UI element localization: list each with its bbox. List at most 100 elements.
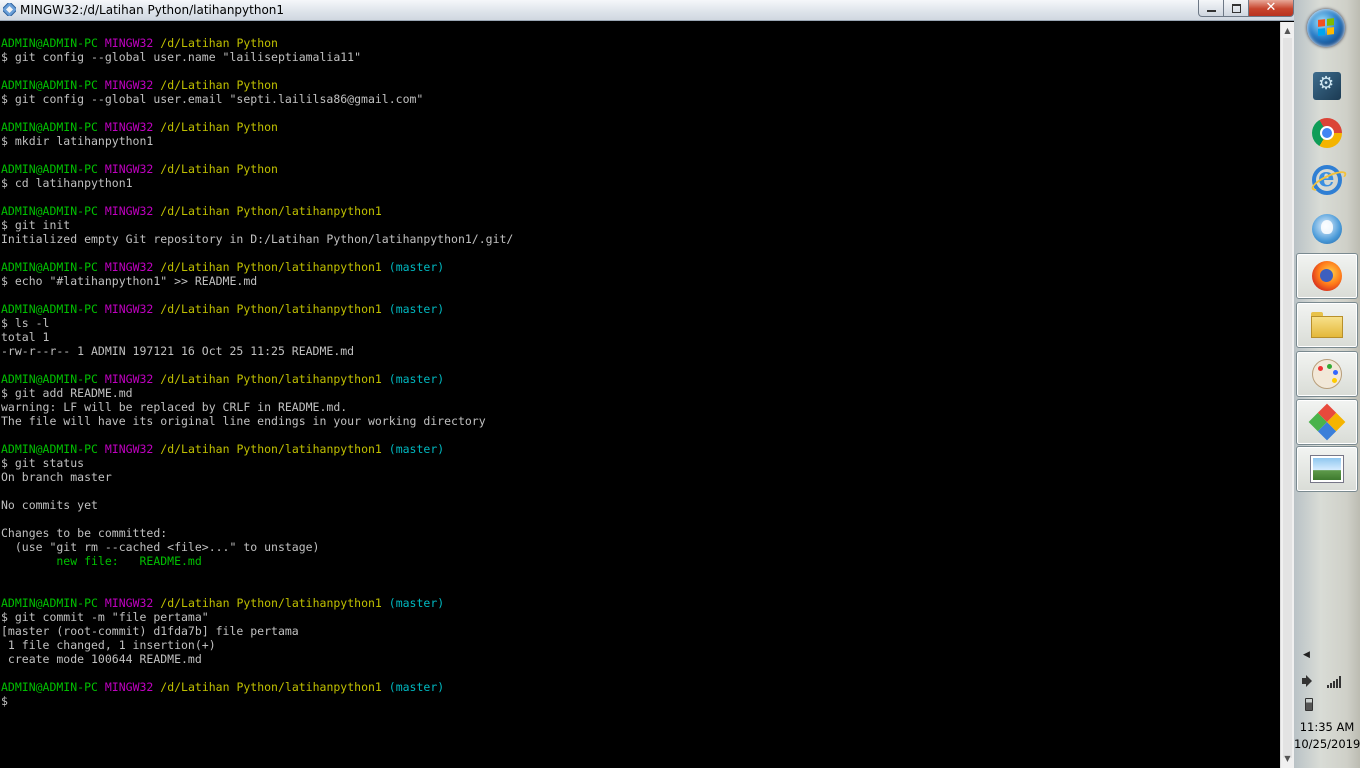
prompt-host: MINGW32 xyxy=(104,596,154,610)
output-line: 1 file changed, 1 insertion(+) xyxy=(1,638,216,652)
output-line: $ ls -l xyxy=(1,316,50,330)
close-icon: ✕ xyxy=(1265,0,1277,15)
vertical-scrollbar[interactable]: ▲ ▼ xyxy=(1280,22,1294,768)
prompt-user: ADMIN@ADMIN-PC xyxy=(1,680,98,694)
prompt-user: ADMIN@ADMIN-PC xyxy=(1,596,98,610)
output-line: Initialized empty Git repository in D:/L… xyxy=(1,232,514,246)
prompt-branch: (master) xyxy=(388,372,445,386)
prompt-user: ADMIN@ADMIN-PC xyxy=(1,260,98,274)
prompt-path: /d/Latihan Python/latihanpython1 xyxy=(160,680,382,694)
maximize-button[interactable] xyxy=(1224,0,1249,17)
prompt-user: ADMIN@ADMIN-PC xyxy=(1,204,98,218)
window-title-bar[interactable]: MINGW32:/d/Latihan Python/latihanpython1… xyxy=(0,0,1294,21)
output-line: total 1 xyxy=(1,330,50,344)
prompt-host: MINGW32 xyxy=(104,204,154,218)
clock-date: 10/25/2019 xyxy=(1294,737,1360,751)
taskbar-item-launcher[interactable] xyxy=(1296,64,1358,108)
output-line: $ cd latihanpython1 xyxy=(1,176,133,190)
prompt-path: /d/Latihan Python xyxy=(160,78,278,92)
prompt-line: ADMIN@ADMIN-PC MINGW32 /d/Latihan Python xyxy=(1,78,513,92)
prompt-user: ADMIN@ADMIN-PC xyxy=(1,36,98,50)
prompt-host: MINGW32 xyxy=(104,120,154,134)
output-line: $ git config --global user.name "lailise… xyxy=(1,50,362,64)
prompt-branch: (master) xyxy=(388,260,445,274)
scroll-thumb[interactable] xyxy=(1283,38,1292,758)
output-line: $ git commit -m "file pertama" xyxy=(1,610,209,624)
prompt-line: ADMIN@ADMIN-PC MINGW32 /d/Latihan Python… xyxy=(1,596,513,610)
output-line: [master (root-commit) d1fda7b] file pert… xyxy=(1,624,299,638)
output-line: $ git status xyxy=(1,456,85,470)
battery-icon[interactable] xyxy=(1305,698,1313,711)
output-line: $ git init xyxy=(1,218,71,232)
taskbar-clock[interactable]: 11:35 AM 10/25/2019 xyxy=(1294,719,1360,753)
prompt-host: MINGW32 xyxy=(104,442,154,456)
taskbar-item-paint[interactable] xyxy=(1296,351,1358,397)
prompt-path: /d/Latihan Python xyxy=(160,162,278,176)
output-line: On branch master xyxy=(1,470,112,484)
taskbar-item-photo-viewer[interactable] xyxy=(1296,446,1358,492)
volume-icon[interactable] xyxy=(1302,674,1318,688)
prompt-host: MINGW32 xyxy=(104,162,154,176)
folder-icon xyxy=(1311,312,1343,338)
thunderbird-icon xyxy=(1312,214,1342,244)
prompt-path: /d/Latihan Python/latihanpython1 xyxy=(160,204,382,218)
output-line: create mode 100644 README.md xyxy=(1,652,202,666)
scroll-up-icon[interactable]: ▲ xyxy=(1281,24,1294,38)
minimize-button[interactable] xyxy=(1198,0,1224,17)
output-line: Changes to be committed: xyxy=(1,526,168,540)
output-line: No commits yet xyxy=(1,498,98,512)
prompt-host: MINGW32 xyxy=(104,36,154,50)
staged-file-line: new file: README.md xyxy=(1,554,202,568)
taskbar-item-internet-explorer[interactable] xyxy=(1296,158,1358,202)
start-button[interactable] xyxy=(1307,9,1345,47)
prompt-branch: (master) xyxy=(388,442,445,456)
prompt-user: ADMIN@ADMIN-PC xyxy=(1,162,98,176)
output-line: warning: LF will be replaced by CRLF in … xyxy=(1,400,348,414)
taskbar-item-file-explorer[interactable] xyxy=(1296,302,1358,348)
prompt-user: ADMIN@ADMIN-PC xyxy=(1,442,98,456)
prompt-path: /d/Latihan Python/latihanpython1 xyxy=(160,442,382,456)
output-line: (use "git rm --cached <file>..." to unst… xyxy=(1,540,320,554)
prompt-line: ADMIN@ADMIN-PC MINGW32 /d/Latihan Python xyxy=(1,120,513,134)
scroll-down-icon[interactable]: ▼ xyxy=(1281,752,1294,766)
close-button[interactable]: ✕ xyxy=(1249,0,1294,17)
prompt-host: MINGW32 xyxy=(104,78,154,92)
prompt-branch: (master) xyxy=(388,680,445,694)
prompt-user: ADMIN@ADMIN-PC xyxy=(1,372,98,386)
window-controls: ✕ xyxy=(1198,0,1294,18)
prompt-host: MINGW32 xyxy=(104,302,154,316)
terminal-output[interactable]: ADMIN@ADMIN-PC MINGW32 /d/Latihan Python… xyxy=(0,22,1280,768)
prompt-path: /d/Latihan Python/latihanpython1 xyxy=(160,260,382,274)
chrome-icon xyxy=(1312,118,1342,148)
prompt-path: /d/Latihan Python/latihanpython1 xyxy=(160,596,382,610)
network-icon[interactable] xyxy=(1327,676,1341,688)
prompt-line: ADMIN@ADMIN-PC MINGW32 /d/Latihan Python xyxy=(1,36,513,50)
prompt-path: /d/Latihan Python/latihanpython1 xyxy=(160,302,382,316)
prompt-user: ADMIN@ADMIN-PC xyxy=(1,78,98,92)
prompt-user: ADMIN@ADMIN-PC xyxy=(1,120,98,134)
kite-icon xyxy=(1308,403,1346,441)
window-title: MINGW32:/d/Latihan Python/latihanpython1 xyxy=(20,3,285,17)
prompt-line: ADMIN@ADMIN-PC MINGW32 /d/Latihan Python… xyxy=(1,204,513,218)
taskbar-item-chrome[interactable] xyxy=(1296,111,1358,155)
terminal-lines: ADMIN@ADMIN-PC MINGW32 /d/Latihan Python… xyxy=(1,36,513,708)
prompt-branch: (master) xyxy=(388,596,445,610)
output-line: -rw-r--r-- 1 ADMIN 197121 16 Oct 25 11:2… xyxy=(1,344,355,358)
launcher-icon xyxy=(1313,72,1341,100)
show-hidden-icons-icon[interactable]: ◀ xyxy=(1303,650,1310,660)
clock-time: 11:35 AM xyxy=(1299,720,1355,734)
taskbar-item-firefox[interactable] xyxy=(1296,253,1358,299)
taskbar-item-thunderbird[interactable] xyxy=(1296,207,1358,251)
prompt-user: ADMIN@ADMIN-PC xyxy=(1,302,98,316)
prompt-branch: (master) xyxy=(388,302,445,316)
taskbar-item-app[interactable] xyxy=(1296,399,1358,445)
